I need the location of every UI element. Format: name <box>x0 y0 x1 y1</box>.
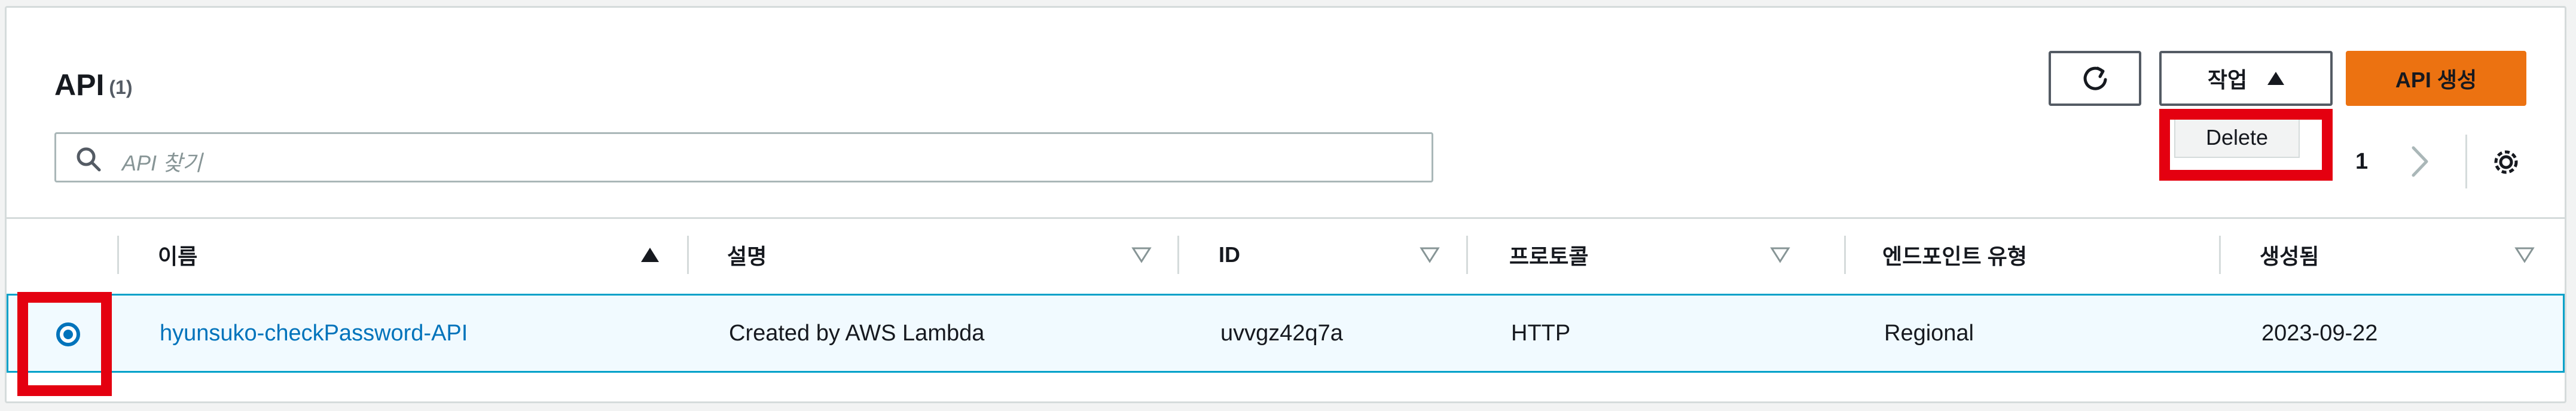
chevron-right-icon[interactable] <box>2405 141 2435 182</box>
search-icon <box>77 147 101 172</box>
column-divider <box>117 236 119 274</box>
column-label: 생성됨 <box>2260 244 2319 269</box>
cell-endpoint-type: Regional <box>1884 320 1974 346</box>
column-divider <box>687 236 689 274</box>
create-api-label: API 생성 <box>2395 68 2477 92</box>
api-count: (1) <box>109 77 133 98</box>
column-divider <box>1844 236 1846 274</box>
cell-id: uvvgz42q7a <box>1220 320 1343 346</box>
caret-up-icon <box>2267 72 2285 85</box>
highlight-delete-box <box>2159 109 2333 181</box>
panel-header: API (1) API 찾기 작업 API 생성 Delete 1 <box>7 8 2565 216</box>
page-title: API (1) <box>54 68 132 102</box>
column-header-protocol[interactable]: 프로토콜 <box>1509 219 1814 291</box>
api-list-panel: API (1) API 찾기 작업 API 생성 Delete 1 이름 설명 … <box>5 6 2566 403</box>
create-api-button[interactable]: API 생성 <box>2346 51 2526 106</box>
column-divider <box>2219 236 2221 274</box>
search-placeholder: API 찾기 <box>122 151 203 175</box>
column-divider <box>1466 236 1468 274</box>
refresh-button[interactable] <box>2049 51 2141 106</box>
cell-protocol: HTTP <box>1511 320 1571 346</box>
actions-button[interactable]: 작업 <box>2159 51 2333 106</box>
pagination-divider <box>2465 135 2467 188</box>
sort-descending-icon <box>2514 247 2535 263</box>
column-divider <box>1177 236 1179 274</box>
sort-descending-icon <box>1131 247 1152 263</box>
column-header-endpoint-type[interactable]: 엔드포인트 유형 <box>1882 219 2217 291</box>
refresh-icon <box>2083 66 2107 90</box>
settings-icon[interactable] <box>2488 144 2524 180</box>
column-label: 이름 <box>158 244 198 269</box>
sort-descending-icon <box>1420 247 1440 263</box>
highlight-radio-box <box>17 292 112 396</box>
column-header-description[interactable]: 설명 <box>727 219 1176 291</box>
column-label: 프로토콜 <box>1509 244 1589 269</box>
actions-label: 작업 <box>2207 68 2248 92</box>
column-label: ID <box>1219 242 1240 267</box>
api-table: 이름 설명 ID 프로토콜 엔드포인트 유형 생성됨 hyunsuko-chec… <box>7 217 2565 403</box>
column-header-created[interactable]: 생성됨 <box>2260 219 2559 291</box>
search-input[interactable]: API 찾기 <box>54 132 1433 182</box>
sort-descending-icon <box>1770 247 1790 263</box>
cell-created: 2023-09-22 <box>2261 320 2378 346</box>
sort-ascending-icon <box>641 248 659 262</box>
table-header: 이름 설명 ID 프로토콜 엔드포인트 유형 생성됨 <box>7 217 2565 291</box>
table-row[interactable]: hyunsuko-checkPassword-API Created by AW… <box>7 294 2565 373</box>
column-label: 설명 <box>727 244 767 269</box>
cell-description: Created by AWS Lambda <box>729 320 985 346</box>
column-label: 엔드포인트 유형 <box>1882 244 2027 269</box>
column-header-id[interactable]: ID <box>1219 219 1464 291</box>
page-title-text: API <box>54 68 105 102</box>
column-header-name[interactable]: 이름 <box>158 219 684 291</box>
api-name-link[interactable]: hyunsuko-checkPassword-API <box>160 296 468 371</box>
current-page-number[interactable]: 1 <box>2355 149 2368 175</box>
